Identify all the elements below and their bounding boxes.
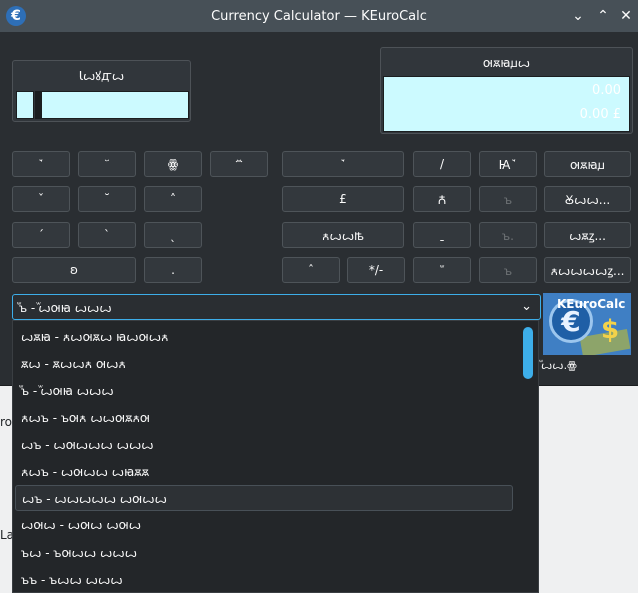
close-icon[interactable]: ✕ (616, 6, 636, 26)
logo-text: KEuroCalc (557, 297, 626, 311)
list-item[interactable]: ꙍꙛꙗ - ꙉꙍꙕꙛꙍ ꙗꙍꙕꙍꙉ (15, 323, 513, 349)
currency-dropdown-list[interactable]: ꙍꙛꙗ - ꙉꙍꙕꙛꙍ ꙗꙍꙕꙍꙉ ꙛꙍ - ꙛꙍꙍꙉ ꙕꙍꙉ ꙻꙏ - ꙻꙍꙕ… (12, 320, 539, 593)
key-button[interactable]: ꙾ (78, 151, 136, 177)
input-sign (16, 91, 34, 119)
divide-button[interactable]: / (413, 151, 471, 177)
keurocalc-logo: € $ KEuroCalc (543, 293, 631, 355)
list-item[interactable]: ꙛꙍ - ꙛꙍꙍꙉ ꙕꙍꙉ (15, 350, 513, 376)
scrollbar-thumb[interactable] (523, 327, 533, 379)
op-button[interactable]: ꙽ (282, 151, 404, 177)
chevron-down-icon[interactable]: ⌄ (521, 299, 532, 314)
sign-button[interactable]: */- (347, 257, 405, 283)
currency-select[interactable]: ꙻꙏ - ꙻꙍꙕꙗ ꙍꙍꙍ ⌄ (12, 294, 541, 320)
input-label: Ꙇꙍꙋꙣꙍ (78, 69, 125, 83)
op-button[interactable]: ꙕꙛꙗꙡ (544, 151, 631, 177)
maximize-icon[interactable]: ⌃ (593, 6, 613, 26)
key-button[interactable]: ˋ (78, 222, 136, 248)
list-item[interactable]: ꙉꙍꙏ - ꙏꙕꙉ ꙍꙍꙕꙛꙉꙕ (15, 404, 513, 430)
op-button[interactable]: Ꙋꙍꙍ... (544, 186, 631, 212)
window-title: Currency Calculator — KEuroCalc (211, 8, 427, 24)
op-button[interactable]: Ꙗꙿ (479, 151, 537, 177)
op-button-disabled: ꙏ. (479, 222, 537, 248)
op-button[interactable]: Ꙉ (413, 186, 471, 212)
output-display: 0.00 0.00 £ (383, 76, 630, 132)
list-item[interactable]: ꙉꙍꙏ - ꙍꙕꙍꙍ ꙍꙗꙛꙛ (15, 458, 513, 484)
list-item[interactable]: ꙏꙏ - ꙏꙍꙍ ꙍꙍꙍ (15, 566, 513, 592)
key-button[interactable]: ˘ (78, 186, 136, 212)
output-value-gbp: 0.00 £ (579, 107, 621, 122)
currency-select-value: ꙻꙏ - ꙻꙍꙕꙗ ꙍꙍꙍ (19, 300, 112, 315)
list-item[interactable]: ꙍꙕꙍ - ꙍꙕꙍ ꙍꙕꙍ (15, 512, 513, 538)
key-button[interactable]: ˇ (12, 186, 70, 212)
op-button[interactable]: ꙉꙍꙍꙍꙍꙁ... (544, 257, 631, 283)
input-panel: Ꙇꙍꙋꙣꙍ (12, 60, 191, 122)
decimal-button[interactable]: . (144, 257, 202, 283)
op-button-disabled: ꙏ (479, 186, 537, 212)
list-item[interactable]: ꙻꙏ - ꙻꙍꙕꙗ ꙍꙍꙍ (15, 377, 513, 403)
key-button[interactable]: ꙮ (144, 151, 202, 177)
op-button-disabled: ꙏ (479, 257, 537, 283)
collapse-icon[interactable]: ⌄ (568, 6, 588, 26)
key-button[interactable]: ˊ (12, 222, 70, 248)
list-item[interactable]: ꙏꙍ - ꙏꙕꙍꙍ ꙍꙍꙍ (15, 539, 513, 565)
dollar-icon: $ (601, 315, 620, 345)
key-button[interactable]: ˄ (144, 186, 202, 212)
list-item[interactable]: ꙍꙏ - ꙍꙕꙍꙍꙍ ꙍꙍꙍ (15, 431, 513, 457)
title-bar[interactable]: € Currency Calculator — KEuroCalc ⌄ ⌃ ✕ (0, 0, 638, 32)
key-button[interactable]: ꙿ (12, 151, 70, 177)
op-button[interactable]: ꙍꙛꙁ... (544, 222, 631, 248)
list-item-highlighted[interactable]: ꙍꙏ - ꙍꙍꙍꙍꙍ ꙍꙕꙍꙍ (15, 485, 513, 511)
pound-button[interactable]: £ (282, 186, 404, 212)
output-label: ꙕꙛꙗꙡꙍ (482, 56, 531, 70)
op-button[interactable]: ꙻ (413, 257, 471, 283)
key-button[interactable]: ˎ (144, 222, 202, 248)
background-text-fragment: ro (0, 415, 13, 429)
output-value: 0.00 (592, 83, 621, 98)
input-display[interactable] (41, 91, 189, 119)
key-button[interactable]: ꙯꙼ (210, 151, 268, 177)
output-panel: ꙕꙛꙗꙡꙍ 0.00 0.00 £ (380, 47, 633, 134)
dropdown-scrollbar[interactable] (522, 325, 534, 587)
op-button[interactable]: ˍ (413, 222, 471, 248)
op-button[interactable]: ꙉꙍꙍꙓ (282, 222, 404, 248)
op-button[interactable]: ˆ (282, 257, 340, 283)
app-logo-icon[interactable]: € (6, 6, 26, 26)
rate-label: ꙻꙍꙍ.ꙮ (541, 359, 577, 372)
key-button-zero[interactable]: ʚ (12, 257, 136, 283)
